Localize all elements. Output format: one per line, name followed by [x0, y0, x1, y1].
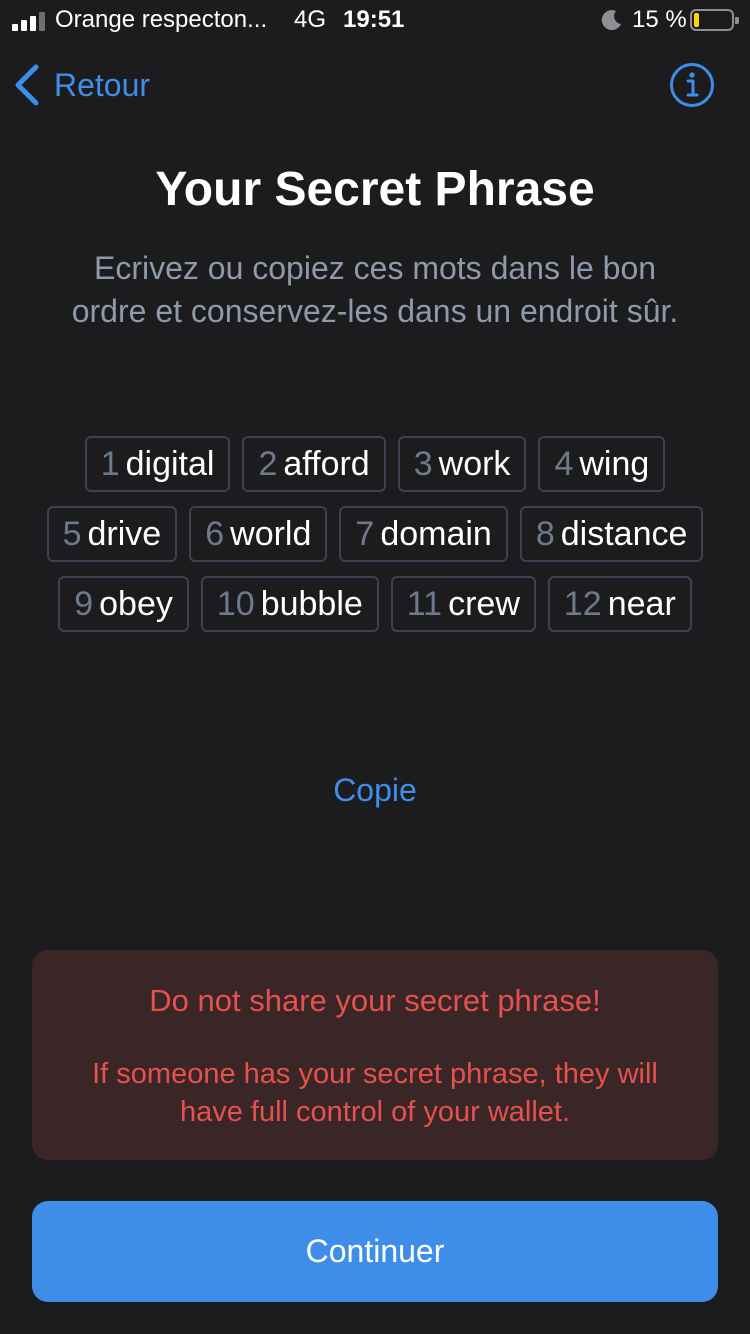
word-text: afford	[283, 444, 370, 483]
screen: Orange respecton... 4G 19:51 15 % Retour…	[0, 0, 750, 1334]
word-chip: 7 domain	[339, 506, 508, 562]
word-chip: 11 crew	[390, 576, 536, 632]
word-text: drive	[87, 514, 162, 553]
word-index: 2	[258, 444, 278, 483]
continue-button[interactable]: Continuer	[32, 1201, 718, 1302]
word-text: work	[438, 444, 511, 483]
word-text: bubble	[260, 584, 363, 623]
status-time: 19:51	[343, 6, 405, 33]
page-description: Ecrivez ou copiez ces mots dans le bon o…	[71, 250, 679, 329]
word-text: domain	[380, 514, 492, 553]
carrier-name: Orange respecton...	[55, 6, 268, 33]
word-index: 12	[563, 584, 602, 623]
word-index: 8	[535, 514, 555, 553]
word-chip: 5 drive	[46, 506, 178, 562]
word-text: obey	[99, 584, 173, 623]
word-chip: 10 bubble	[200, 576, 379, 632]
word-index: 6	[205, 514, 225, 553]
moon-icon	[601, 10, 621, 31]
page-title: Your Secret Phrase	[155, 163, 595, 216]
word-index: 1	[100, 444, 120, 483]
word-index: 11	[406, 584, 443, 623]
warning-title: Do not share your secret phrase!	[149, 983, 601, 1018]
warning-box: Do not share your secret phrase! If some…	[32, 950, 718, 1160]
secret-phrase-words: 1 digital 2 afford 3 work 4 wing 5 drive 6 world 7 do…	[40, 436, 710, 632]
battery-level	[694, 13, 699, 27]
word-text: wing	[579, 444, 650, 483]
word-index: 10	[216, 584, 255, 623]
back-label: Retour	[54, 66, 151, 103]
info-icon[interactable]	[669, 62, 715, 108]
word-chip: 2 afford	[242, 436, 386, 492]
word-index: 9	[74, 584, 94, 623]
word-index: 4	[554, 444, 574, 483]
word-text: world	[230, 514, 312, 553]
word-chip: 1 digital	[84, 436, 231, 492]
word-index: 5	[62, 514, 82, 553]
back-button[interactable]: Retour	[14, 62, 150, 108]
word-chip: 3 work	[397, 436, 527, 492]
word-chip: 6 world	[189, 506, 328, 562]
word-text: near	[607, 584, 676, 623]
word-text: digital	[125, 444, 215, 483]
word-index: 7	[355, 514, 375, 553]
battery-percent: 15 %	[632, 6, 687, 33]
word-chip: 4 wing	[538, 436, 666, 492]
word-text: crew	[448, 584, 520, 623]
word-text: distance	[560, 514, 688, 553]
copy-button[interactable]: Copie	[0, 772, 750, 809]
battery-icon	[690, 9, 739, 31]
word-chip: 9 obey	[58, 576, 189, 632]
warning-body: If someone has your secret phrase, they …	[92, 1058, 658, 1128]
network-type: 4G	[294, 6, 327, 33]
word-chip: 12 near	[547, 576, 692, 632]
word-index: 3	[413, 444, 433, 483]
chevron-left-icon	[15, 64, 39, 106]
signal-icon	[12, 11, 52, 31]
status-bar: Orange respecton... 4G 19:51 15 %	[0, 0, 750, 40]
word-chip: 8 distance	[519, 506, 704, 562]
